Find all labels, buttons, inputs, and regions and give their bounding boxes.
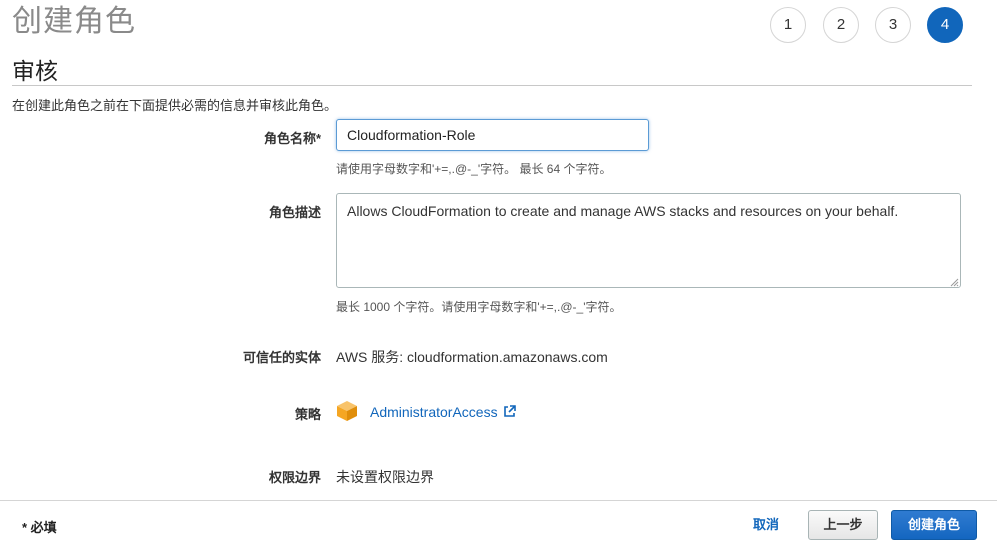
trusted-entity-label: 可信任的实体 bbox=[242, 350, 321, 365]
permissions-boundary-label: 权限边界 bbox=[268, 470, 321, 485]
policy-link-administratoraccess[interactable]: AdministratorAccess bbox=[370, 404, 498, 420]
section-divider bbox=[12, 85, 972, 86]
create-role-button[interactable]: 创建角色 bbox=[891, 510, 977, 540]
wizard-step-1[interactable]: 1 bbox=[770, 7, 806, 43]
role-description-textarea[interactable]: Allows CloudFormation to create and mana… bbox=[336, 193, 961, 288]
page-title: 创建角色 bbox=[12, 5, 136, 38]
section-title: 审核 bbox=[12, 58, 58, 84]
footer-divider bbox=[0, 500, 997, 501]
required-note: * 必填 bbox=[22, 520, 57, 535]
previous-button[interactable]: 上一步 bbox=[808, 510, 878, 540]
external-link-icon[interactable] bbox=[502, 404, 517, 419]
wizard-step-3[interactable]: 3 bbox=[875, 7, 911, 43]
cancel-button[interactable]: 取消 bbox=[737, 510, 795, 540]
role-description-hint: 最长 1000 个字符。请使用字母数字和'+=,.@-_'字符。 bbox=[336, 300, 622, 314]
role-name-input[interactable] bbox=[336, 119, 649, 151]
policies-label: 策略 bbox=[294, 407, 321, 422]
role-description-label: 角色描述 bbox=[268, 205, 321, 220]
role-name-hint: 请使用字母数字和'+=,.@-_'字符。 最长 64 个字符。 bbox=[336, 162, 612, 176]
wizard-step-4-current: 4 bbox=[927, 7, 963, 43]
trusted-entity-value: AWS 服务: cloudformation.amazonaws.com bbox=[336, 349, 608, 365]
policy-cube-icon bbox=[337, 401, 357, 421]
intro-text: 在创建此角色之前在下面提供必需的信息并审核此角色。 bbox=[12, 98, 338, 113]
role-name-label: 角色名称* bbox=[263, 131, 321, 146]
wizard-step-2[interactable]: 2 bbox=[823, 7, 859, 43]
resize-handle-icon[interactable] bbox=[949, 277, 959, 287]
permissions-boundary-value: 未设置权限边界 bbox=[336, 469, 434, 485]
